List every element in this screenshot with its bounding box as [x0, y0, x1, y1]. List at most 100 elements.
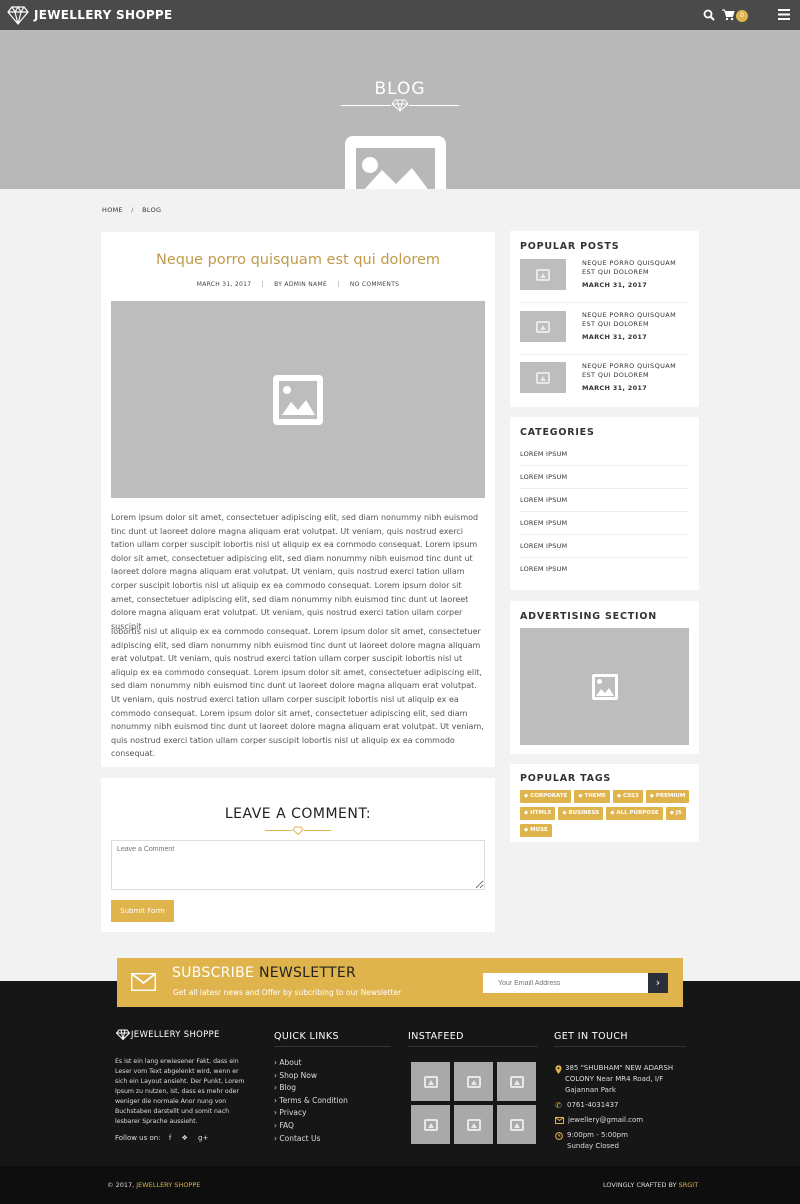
contact-closed: Sunday Closed	[567, 1142, 619, 1150]
cart-icon[interactable]	[722, 9, 735, 21]
divider	[274, 1046, 391, 1047]
tag-item[interactable]: ◆ ALL PURPOSE	[606, 807, 663, 820]
location-icon	[555, 1065, 562, 1074]
facebook-icon[interactable]: f	[169, 1134, 171, 1142]
tag-item[interactable]: ◆ HTML5	[520, 807, 556, 820]
popular-post-title[interactable]: NEQUE PORRO QUISQUAM EST QUI DOLOREM	[582, 362, 689, 380]
instafeed-image[interactable]	[497, 1105, 536, 1144]
tag-item[interactable]: ◆ MUSE	[520, 824, 552, 837]
category-item[interactable]: LOREM IPSUM	[520, 512, 689, 535]
contact-address: 385 "SHUBHAM" NEW ADARSH COLONY Near MR4…	[565, 1064, 674, 1094]
image-placeholder-icon	[423, 1118, 438, 1131]
popular-post-title[interactable]: NEQUE PORRO QUISQUAM EST QUI DOLOREM	[582, 259, 689, 277]
post-paragraph-1: Lorem ipsum dolor sit amet, consectetuer…	[111, 513, 479, 631]
diamond-icon	[115, 1029, 131, 1041]
tag-item[interactable]: ◆ JS	[665, 807, 686, 820]
advertising-title: ADVERTISING SECTION	[520, 611, 657, 622]
instafeed-title: INSTAFEED	[408, 1031, 464, 1042]
tag-item[interactable]: ◆ BUSINESS	[558, 807, 604, 820]
tag-item[interactable]: ◆ CSS3	[612, 790, 643, 803]
newsletter-submit-button[interactable]: ›	[648, 973, 668, 993]
clock-icon	[555, 1132, 563, 1140]
twitter-icon[interactable]: ❖	[182, 1134, 188, 1142]
popular-tags-title: POPULAR TAGS	[520, 773, 612, 784]
instafeed-image[interactable]	[497, 1062, 536, 1101]
footer-link-privacy[interactable]: › Privacy	[274, 1107, 348, 1120]
contact-hours: 9:00pm - 5:00pm	[567, 1131, 628, 1139]
top-navbar: JEWELLERY SHOPPE 0	[0, 0, 800, 30]
instafeed-image[interactable]	[454, 1105, 493, 1144]
contact-phone[interactable]: 0761-4031437	[567, 1101, 619, 1109]
footer-about-text: Es ist ein lang erwiesener Fakt, dass ei…	[115, 1058, 245, 1125]
menu-icon[interactable]	[778, 9, 790, 20]
footer-link-about[interactable]: › About	[274, 1057, 348, 1070]
post-meta: MARCH 31, 2017 | BY ADMIN NAME | NO COMM…	[196, 281, 400, 288]
advertising-banner[interactable]	[520, 628, 689, 745]
search-icon[interactable]	[703, 9, 715, 21]
quick-links-title: QUICK LINKS	[274, 1031, 339, 1042]
breadcrumb-current: BLOG	[142, 206, 162, 214]
tag-item[interactable]: ◆ THEME	[574, 790, 610, 803]
popular-posts-title: POPULAR POSTS	[520, 241, 620, 252]
brand-logo-text[interactable]: JEWELLERY SHOPPE	[34, 8, 173, 22]
comment-form-card: LEAVE A COMMENT: Submit Form	[101, 778, 495, 932]
arrow-right-icon: ›	[655, 976, 661, 989]
footer-link-contact[interactable]: › Contact Us	[274, 1133, 348, 1146]
footer-brand[interactable]: JEWELLERY SHOPPE	[131, 1030, 220, 1040]
tag-item[interactable]: ◆ CORPORATE	[520, 790, 572, 803]
tag-item[interactable]: ◆ PREMIUM	[645, 790, 690, 803]
popular-post-item[interactable]: NEQUE PORRO QUISQUAM EST QUI DOLOREM MAR…	[520, 362, 689, 402]
footer-link-terms[interactable]: › Terms & Condition	[274, 1095, 348, 1108]
image-placeholder-icon	[273, 374, 323, 425]
submit-comment-button[interactable]: Submit Form	[111, 900, 174, 922]
crafted-by: LOVINGLY CRAFTED BY SRGIT	[603, 1181, 699, 1189]
envelope-icon	[130, 972, 157, 992]
image-placeholder-icon	[466, 1118, 481, 1131]
popular-post-thumbnail[interactable]	[520, 362, 566, 393]
instafeed-image[interactable]	[454, 1062, 493, 1101]
category-item[interactable]: LOREM IPSUM	[520, 535, 689, 558]
footer-link-blog[interactable]: › Blog	[274, 1082, 348, 1095]
image-placeholder-icon	[345, 136, 446, 189]
diamond-icon	[391, 99, 409, 113]
image-placeholder-icon	[509, 1075, 524, 1088]
post-paragraph-2: lobortis nisl ut aliquip ex ea commodo c…	[111, 627, 484, 759]
footer-link-faq[interactable]: › FAQ	[274, 1120, 348, 1133]
page-title: BLOG	[374, 79, 426, 99]
contact-email[interactable]: jewellery@gmail.com	[568, 1116, 643, 1124]
instafeed-image[interactable]	[411, 1062, 450, 1101]
categories-list: LOREM IPSUM LOREM IPSUM LOREM IPSUM LORE…	[520, 443, 689, 581]
mail-icon	[555, 1117, 564, 1124]
category-item[interactable]: LOREM IPSUM	[520, 489, 689, 512]
diamond-icon[interactable]	[7, 5, 29, 25]
instafeed-image[interactable]	[411, 1105, 450, 1144]
popular-post-item[interactable]: NEQUE PORRO QUISQUAM EST QUI DOLOREM MAR…	[520, 259, 689, 303]
google-plus-icon[interactable]: g+	[198, 1134, 208, 1142]
contact-title: GET IN TOUCH	[554, 1031, 628, 1042]
post-date: MARCH 31, 2017	[196, 281, 252, 288]
popular-post-thumbnail[interactable]	[520, 259, 566, 290]
breadcrumb-home[interactable]: HOME	[102, 206, 123, 214]
post-title[interactable]: Neque porro quisquam est qui dolorem	[101, 252, 495, 268]
blog-post-card: Neque porro quisquam est qui dolorem MAR…	[101, 232, 495, 767]
footer-link-shop[interactable]: › Shop Now	[274, 1070, 348, 1083]
copyright-brand-link[interactable]: JEWELLERY SHOPPE	[136, 1181, 200, 1189]
post-comments-count[interactable]: NO COMMENTS	[350, 281, 399, 288]
categories-title: CATEGORIES	[520, 427, 595, 438]
image-placeholder-icon	[423, 1075, 438, 1088]
category-item[interactable]: LOREM IPSUM	[520, 466, 689, 489]
category-item[interactable]: LOREM IPSUM	[520, 558, 689, 581]
popular-post-title[interactable]: NEQUE PORRO QUISQUAM EST QUI DOLOREM	[582, 311, 689, 329]
comment-textarea[interactable]	[111, 840, 485, 890]
crafted-by-link[interactable]: SRGIT	[679, 1181, 699, 1189]
post-author[interactable]: BY ADMIN NAME	[274, 281, 327, 288]
newsletter-title: SUBSCRIBE NEWSLETTER	[172, 965, 357, 981]
comment-heading: LEAVE A COMMENT:	[224, 806, 372, 822]
popular-post-thumbnail[interactable]	[520, 311, 566, 342]
popular-post-date: MARCH 31, 2017	[582, 281, 648, 289]
popular-post-item[interactable]: NEQUE PORRO QUISQUAM EST QUI DOLOREM MAR…	[520, 311, 689, 355]
image-placeholder-icon	[509, 1118, 524, 1131]
category-item[interactable]: LOREM IPSUM	[520, 443, 689, 466]
cart-count-badge: 0	[736, 10, 748, 22]
newsletter-email-input[interactable]	[483, 973, 649, 993]
